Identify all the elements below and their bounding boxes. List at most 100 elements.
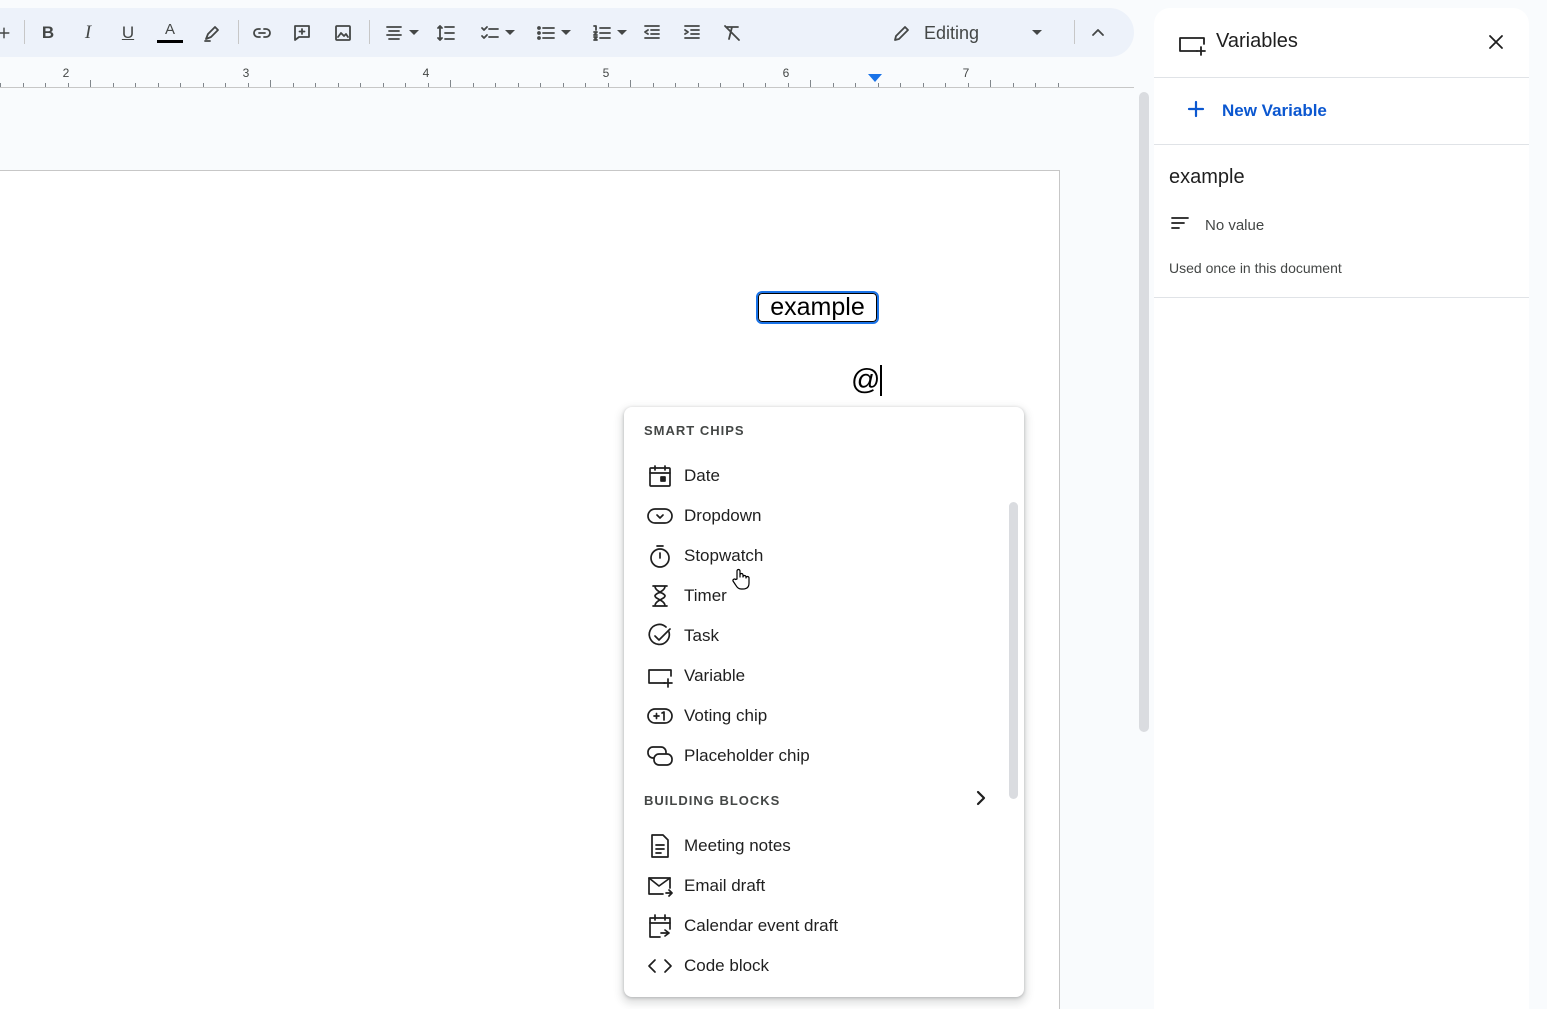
menu-item-voting-chip[interactable]: Voting chip xyxy=(624,696,1009,736)
chevron-up-icon xyxy=(1092,28,1104,36)
toolbar-divider xyxy=(24,20,25,44)
ruler-number: 4 xyxy=(422,66,430,80)
line-spacing-button[interactable] xyxy=(434,8,458,57)
clear-formatting-button[interactable] xyxy=(720,8,744,57)
new-variable-button[interactable]: New Variable xyxy=(1186,92,1327,130)
menu-item-task[interactable]: Task xyxy=(624,616,1009,656)
increase-indent-button[interactable] xyxy=(680,8,704,57)
insert-image-button[interactable] xyxy=(331,8,355,57)
text-color-button[interactable]: A xyxy=(156,8,184,57)
menu-item-variable[interactable]: Variable xyxy=(624,656,1009,696)
indent-decrease-icon xyxy=(644,24,660,39)
ruler-tick xyxy=(1035,83,1036,87)
italic-button[interactable]: I xyxy=(76,8,100,57)
ruler-tick xyxy=(900,83,901,87)
menu-item-label: Date xyxy=(684,466,720,485)
bold-button[interactable]: B xyxy=(36,8,60,57)
menu-item-label: Code block xyxy=(684,956,770,975)
chevron-right-icon[interactable] xyxy=(972,789,990,807)
menu-scrollbar[interactable] xyxy=(1009,502,1018,799)
ruler-number: 5 xyxy=(602,66,610,80)
menu-item-label: Calendar event draft xyxy=(684,916,839,935)
menu-item-meeting-notes[interactable]: Meeting notes xyxy=(624,826,1009,866)
panel-divider xyxy=(1154,144,1529,145)
link-icon xyxy=(253,27,271,38)
horizontal-ruler[interactable]: 2 3 4 5 6 7 xyxy=(0,60,1134,88)
ruler-tick xyxy=(517,83,519,87)
hide-menus-button[interactable] xyxy=(1086,8,1110,57)
typed-at-symbol: @ xyxy=(851,364,881,396)
editing-mode-label: Editing xyxy=(924,22,980,43)
ruler-tick xyxy=(765,83,766,87)
ruler-tick xyxy=(0,83,1,87)
variable-name[interactable]: example xyxy=(1169,166,1245,189)
menu-item-label: Timer xyxy=(684,586,727,605)
ruler-tick xyxy=(202,83,204,87)
insert-link-button[interactable] xyxy=(250,8,274,57)
comment-add-icon xyxy=(294,24,310,41)
image-icon xyxy=(335,24,351,41)
add-comment-button[interactable] xyxy=(290,8,314,57)
email-icon xyxy=(646,872,674,900)
menu-item-code-block[interactable]: Code block xyxy=(624,946,1009,986)
ruler-tick xyxy=(787,83,789,87)
more-plus-icon[interactable] xyxy=(0,8,12,57)
toolbar-divider xyxy=(369,20,370,44)
ruler-tick xyxy=(652,83,654,87)
checklist-button[interactable] xyxy=(474,8,520,57)
decrease-indent-button[interactable] xyxy=(640,8,664,57)
numbered-list-button[interactable] xyxy=(586,8,632,57)
calendar-event-icon xyxy=(646,912,674,940)
ruler-tick xyxy=(427,83,429,87)
smart-chips-menu: SMART CHIPS Date Dropdown Stopwatch Time… xyxy=(624,407,1024,997)
ruler-number: 7 xyxy=(962,66,970,80)
ruler-number: 3 xyxy=(242,66,250,80)
variable-icon xyxy=(646,662,674,690)
pencil-icon xyxy=(894,26,909,41)
highlight-button[interactable] xyxy=(200,8,224,57)
menu-item-stopwatch[interactable]: Stopwatch xyxy=(624,536,1009,576)
ruler-tick xyxy=(360,83,361,87)
document-scrollbar[interactable] xyxy=(1139,92,1149,732)
numbered-list-icon xyxy=(592,24,611,41)
ruler-tick xyxy=(450,80,451,87)
menu-item-label: Placeholder chip xyxy=(684,746,810,765)
ruler-tick xyxy=(292,83,294,87)
toolbar-divider xyxy=(1074,20,1075,44)
menu-item-dropdown[interactable]: Dropdown xyxy=(624,496,1009,536)
editing-mode-dropdown[interactable]: Editing xyxy=(882,16,1062,50)
close-icon[interactable] xyxy=(1484,30,1508,54)
menu-item-placeholder-chip[interactable]: Placeholder chip xyxy=(624,736,1009,776)
ruler-tick xyxy=(855,83,856,87)
chevron-down-icon xyxy=(1032,30,1042,35)
chevron-down-icon xyxy=(616,30,627,35)
menu-item-label: Email draft xyxy=(684,876,766,895)
ruler-tick xyxy=(742,83,744,87)
right-indent-marker[interactable] xyxy=(868,74,882,82)
hand-cursor-icon xyxy=(731,567,751,591)
underline-button[interactable]: U xyxy=(116,8,140,57)
hourglass-icon xyxy=(646,582,674,610)
building-blocks-heading[interactable]: BUILDING BLOCKS xyxy=(644,793,780,808)
menu-item-calendar-event-draft[interactable]: Calendar event draft xyxy=(624,906,1009,946)
ruler-tick xyxy=(697,83,699,87)
menu-item-timer[interactable]: Timer xyxy=(624,576,1009,616)
variable-icon xyxy=(1178,30,1206,58)
indent-increase-icon xyxy=(684,24,700,39)
ruler-tick xyxy=(1012,83,1014,87)
align-button[interactable] xyxy=(381,8,421,57)
menu-item-email-draft[interactable]: Email draft xyxy=(624,866,1009,906)
bulleted-list-button[interactable] xyxy=(530,8,576,57)
menu-item-date[interactable]: Date xyxy=(624,456,1009,496)
menu-item-label: Dropdown xyxy=(684,506,762,525)
ruler-tick xyxy=(945,83,946,87)
ruler-tick xyxy=(225,83,226,87)
ruler-tick xyxy=(990,80,991,87)
ruler-tick xyxy=(247,83,249,87)
variable-chip[interactable]: example xyxy=(756,291,879,324)
ruler-tick xyxy=(90,80,91,87)
panel-header: Variables xyxy=(1154,8,1529,78)
ruler-tick xyxy=(405,83,406,87)
menu-item-label: Stopwatch xyxy=(684,546,764,565)
variable-value-row[interactable]: No value xyxy=(1169,212,1264,239)
